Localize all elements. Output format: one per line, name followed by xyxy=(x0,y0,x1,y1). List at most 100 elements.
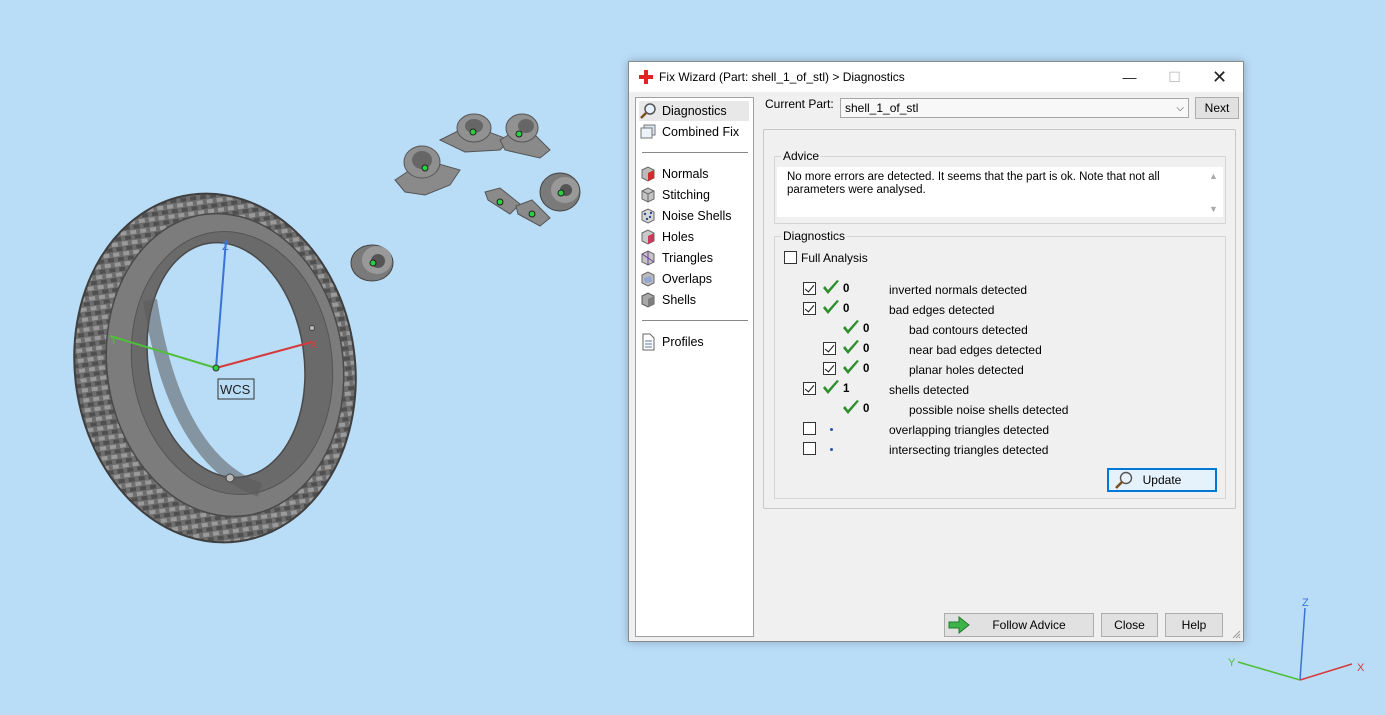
row-checkbox[interactable] xyxy=(803,442,816,455)
green-arrow-icon xyxy=(948,616,970,634)
fix-wizard-dialog: Fix Wizard (Part: shell_1_of_stl) > Diag… xyxy=(628,61,1244,642)
nav-item-label: Holes xyxy=(662,230,694,244)
title-bar[interactable]: Fix Wizard (Part: shell_1_of_stl) > Diag… xyxy=(629,62,1243,92)
row-count: 0 xyxy=(863,403,870,415)
triad-y-label: Y xyxy=(1228,657,1236,669)
nav-item-label: Triangles xyxy=(662,251,713,265)
row-label: possible noise shells detected xyxy=(909,403,1069,417)
nav-item-label: Noise Shells xyxy=(662,209,732,223)
nav-item-profiles[interactable]: Profiles xyxy=(639,332,749,352)
advice-text: No more errors are detected. It seems th… xyxy=(777,167,1205,217)
diagnostics-panel: Advice No more errors are detected. It s… xyxy=(763,129,1236,509)
nav-divider xyxy=(642,152,748,153)
scroll-up-icon[interactable]: ▲ xyxy=(1209,171,1218,181)
row-label: bad edges detected xyxy=(889,303,995,317)
advice-title: Advice xyxy=(781,149,822,163)
help-button[interactable]: Help xyxy=(1165,613,1223,637)
row-checkbox[interactable] xyxy=(823,342,836,355)
row-count: 1 xyxy=(843,383,850,395)
full-analysis-checkbox[interactable] xyxy=(784,251,797,264)
full-analysis-label: Full Analysis xyxy=(801,251,868,265)
triad-x-label: X xyxy=(1357,662,1365,674)
diagnostics-group: Diagnostics Full Analysis 0 inverted norm… xyxy=(774,229,1226,499)
nav-item-label: Overlaps xyxy=(662,272,713,286)
green-check-icon xyxy=(823,280,839,294)
advice-scrollbar[interactable]: ▲ ▼ xyxy=(1205,167,1223,217)
nav-item-label: Stitching xyxy=(662,188,710,202)
cube-shells-icon xyxy=(641,292,655,308)
wcs-z-label: Z xyxy=(222,241,229,253)
cube-overlap-icon xyxy=(641,271,655,287)
row-label: overlapping triangles detected xyxy=(889,423,1050,437)
nav-item-shells[interactable]: Shells xyxy=(639,290,749,310)
current-part-label: Current Part: xyxy=(765,97,834,111)
diagnostic-row: intersecting triangles detected xyxy=(775,441,1215,459)
cube-hole-icon xyxy=(641,229,655,245)
advice-group: Advice No more errors are detected. It s… xyxy=(774,149,1226,224)
next-button[interactable]: Next xyxy=(1195,97,1239,119)
close-button[interactable]: Close xyxy=(1101,613,1158,637)
current-part-value: shell_1_of_stl xyxy=(845,101,919,115)
stack-icon xyxy=(640,124,656,139)
row-label: planar holes detected xyxy=(909,363,1024,377)
minimize-button[interactable]: — xyxy=(1107,62,1152,92)
pending-dot-icon xyxy=(830,428,833,431)
nav-item-holes[interactable]: Holes xyxy=(639,227,749,247)
diagnostic-row: 0 planar holes detected xyxy=(775,360,1215,379)
nav-item-label: Profiles xyxy=(662,335,704,349)
wizard-nav: Diagnostics Combined Fix Normals Stitchi… xyxy=(635,97,754,637)
row-checkbox[interactable] xyxy=(803,302,816,315)
row-checkbox[interactable] xyxy=(803,282,816,295)
row-checkbox[interactable] xyxy=(803,422,816,435)
nav-item-triangles[interactable]: Triangles xyxy=(639,248,749,268)
nav-item-stitching[interactable]: Stitching xyxy=(639,185,749,205)
resize-grip-icon[interactable] xyxy=(1231,629,1241,639)
update-button[interactable]: Update xyxy=(1107,468,1217,492)
nav-item-noise-shells[interactable]: Noise Shells xyxy=(639,206,749,226)
window-close-button[interactable]: ✕ xyxy=(1197,62,1242,92)
pending-dot-icon xyxy=(830,448,833,451)
nav-item-label: Diagnostics xyxy=(662,104,727,118)
row-label: inverted normals detected xyxy=(889,283,1028,297)
nav-item-combined-fix[interactable]: Combined Fix xyxy=(639,122,749,142)
row-checkbox[interactable] xyxy=(803,382,816,395)
orientation-triad: Z Y X xyxy=(1228,597,1365,681)
nav-item-normals[interactable]: Normals xyxy=(639,164,749,184)
diagnostic-row: 0 inverted normals detected xyxy=(775,280,1215,299)
row-checkbox[interactable] xyxy=(823,362,836,375)
green-check-icon xyxy=(843,340,859,354)
red-cross-icon xyxy=(639,70,653,84)
follow-advice-button[interactable]: Follow Advice xyxy=(944,613,1094,637)
triad-z-label: Z xyxy=(1302,597,1309,609)
maximize-button[interactable]: ☐ xyxy=(1152,62,1197,92)
diagnostic-row: 0 bad edges detected xyxy=(775,300,1215,319)
nav-item-overlaps[interactable]: Overlaps xyxy=(639,269,749,289)
magnifier-icon xyxy=(640,103,656,119)
current-part-select[interactable]: shell_1_of_stl ⌵ xyxy=(840,98,1189,118)
cube-triangle-icon xyxy=(641,250,655,266)
3d-viewport[interactable]: Z Y X WCS Z Y X Fix Wizard (Part: shell_… xyxy=(0,0,1386,715)
row-label: near bad edges detected xyxy=(909,343,1042,357)
row-count: 0 xyxy=(863,343,870,355)
green-check-icon xyxy=(843,320,859,334)
row-count: 0 xyxy=(863,323,870,335)
magnifier-icon xyxy=(1115,471,1133,489)
wcs-x-label: X xyxy=(310,339,318,351)
cube-noise-icon xyxy=(641,208,655,224)
green-check-icon xyxy=(843,400,859,414)
dialog-title: Fix Wizard (Part: shell_1_of_stl) > Diag… xyxy=(659,70,905,84)
nav-item-label: Shells xyxy=(662,293,697,307)
wcs-label-box: WCS xyxy=(217,378,255,400)
green-check-icon xyxy=(823,300,839,314)
scroll-down-icon[interactable]: ▼ xyxy=(1209,204,1218,214)
nav-divider xyxy=(642,320,748,321)
diagnostic-row: overlapping triangles detected xyxy=(775,421,1215,439)
chevron-down-icon: ⌵ xyxy=(1176,103,1184,114)
row-label: shells detected xyxy=(889,383,970,397)
diagnostic-row: 1 shells detected xyxy=(775,380,1215,399)
nav-item-label: Combined Fix xyxy=(662,125,740,139)
nav-item-diagnostics[interactable]: Diagnostics xyxy=(639,101,749,121)
row-count: 0 xyxy=(843,283,850,295)
nav-item-label: Normals xyxy=(662,167,709,181)
small-parts[interactable] xyxy=(350,113,581,282)
